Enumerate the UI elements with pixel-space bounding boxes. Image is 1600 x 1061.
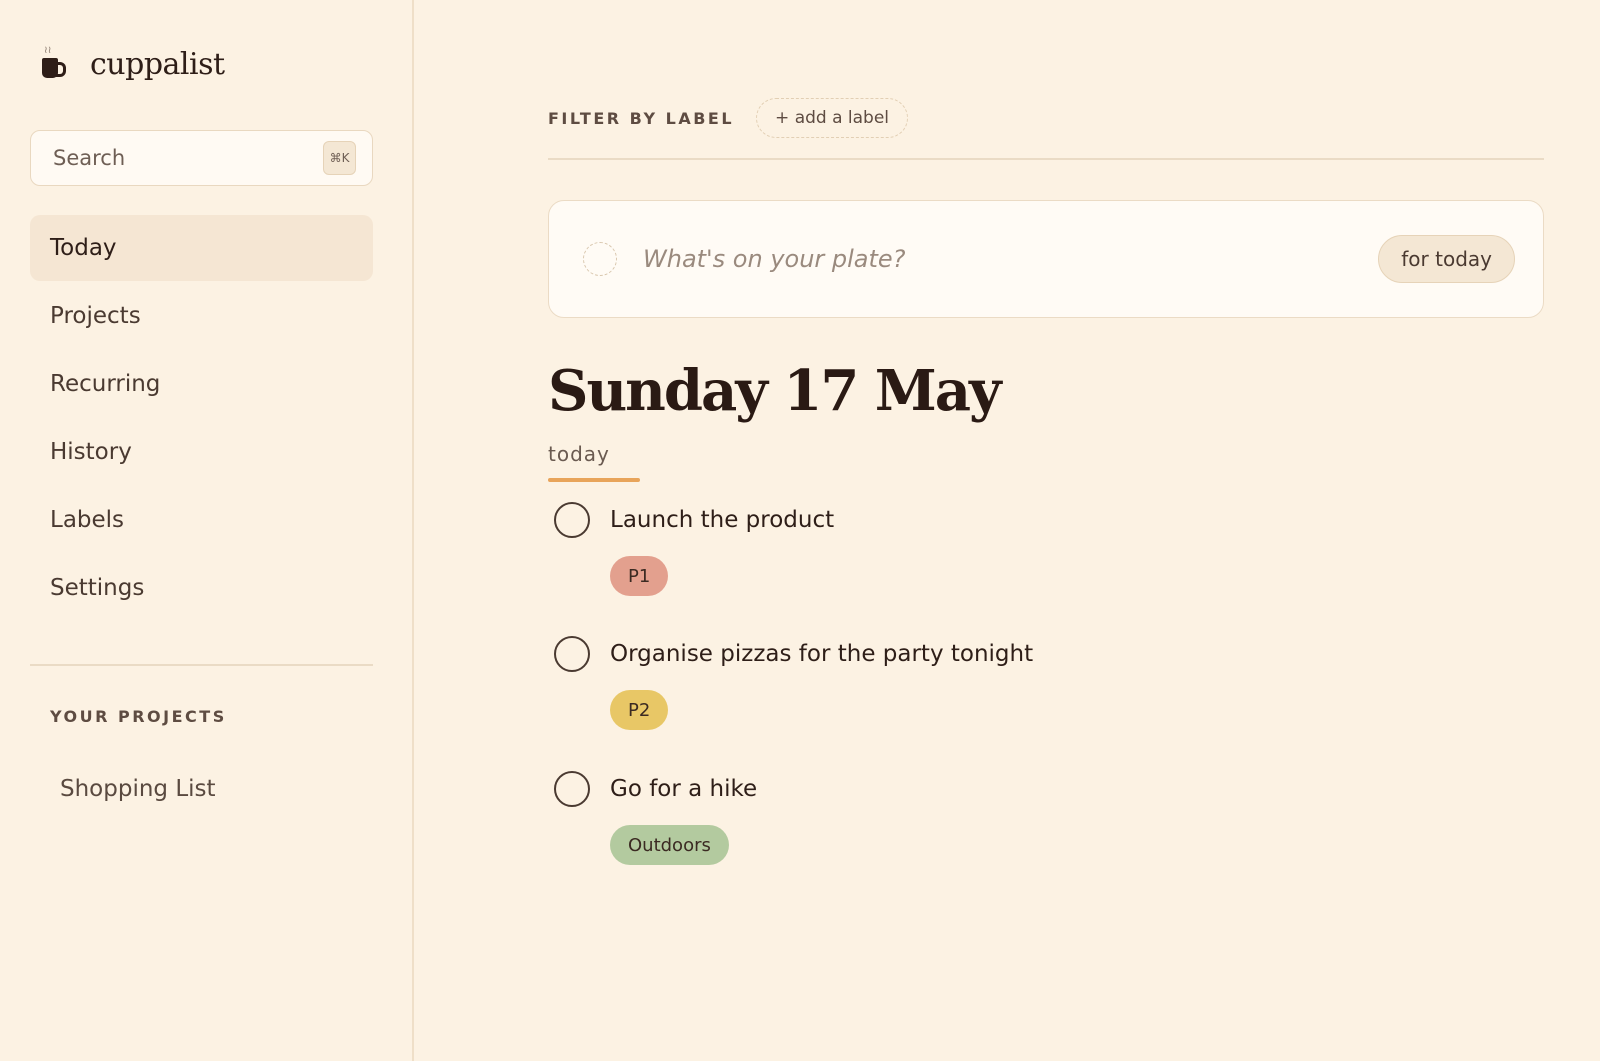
main-content: FILTER BY LABEL + add a label for today … — [548, 0, 1544, 1061]
sidebar: ≀≀ cuppalist ⌘K Today Projects Recurring… — [0, 0, 414, 1061]
app-name: cuppalist — [90, 46, 225, 82]
projects-section-title: YOUR PROJECTS — [50, 707, 227, 726]
task-checkbox[interactable] — [554, 771, 590, 807]
sidebar-item-today[interactable]: Today — [30, 215, 373, 281]
task-label-tag[interactable]: P1 — [610, 556, 669, 596]
keyboard-shortcut-badge: ⌘K — [323, 141, 356, 175]
sidebar-item-history[interactable]: History — [30, 419, 373, 485]
task-title[interactable]: Organise pizzas for the party tonight — [610, 641, 1033, 667]
search-input[interactable] — [51, 145, 323, 171]
accent-underline — [548, 478, 640, 482]
sidebar-item-label: Today — [50, 235, 117, 261]
task-item: Organise pizzas for the party tonight P2 — [554, 636, 1254, 730]
task-title[interactable]: Launch the product — [610, 507, 834, 533]
sidebar-divider — [30, 664, 373, 666]
page-title: Sunday 17 May — [548, 358, 1002, 424]
sidebar-item-label: Recurring — [50, 371, 161, 397]
sidebar-item-settings[interactable]: Settings — [30, 555, 373, 621]
task-composer: for today — [548, 200, 1544, 318]
task-checkbox[interactable] — [554, 502, 590, 538]
sidebar-item-labels[interactable]: Labels — [30, 487, 373, 553]
new-task-input[interactable] — [641, 244, 1379, 274]
sidebar-nav: Today Projects Recurring History Labels … — [30, 215, 373, 623]
page-subtitle: today — [548, 442, 610, 466]
coffee-cup-icon: ≀≀ — [38, 46, 68, 82]
project-item-shopping-list[interactable]: Shopping List — [60, 776, 216, 802]
due-date-button[interactable]: for today — [1378, 235, 1515, 283]
filter-divider — [548, 158, 1544, 160]
filter-label: FILTER BY LABEL — [548, 108, 735, 128]
label-filter: FILTER BY LABEL + add a label — [548, 98, 909, 138]
task-checkbox[interactable] — [554, 636, 590, 672]
new-task-circle-icon — [583, 242, 617, 276]
search-box[interactable]: ⌘K — [30, 130, 373, 186]
sidebar-item-label: Settings — [50, 575, 145, 601]
task-item: Go for a hike Outdoors — [554, 771, 1254, 865]
sidebar-item-label: Labels — [50, 507, 125, 533]
sidebar-item-label: Projects — [50, 303, 141, 329]
sidebar-item-recurring[interactable]: Recurring — [30, 351, 373, 417]
task-label-tag[interactable]: P2 — [610, 690, 669, 730]
task-label-tag[interactable]: Outdoors — [610, 825, 729, 865]
brand[interactable]: ≀≀ cuppalist — [38, 46, 225, 82]
sidebar-item-label: History — [50, 439, 132, 465]
add-label-button[interactable]: + add a label — [756, 98, 909, 138]
task-item: Launch the product P1 — [554, 502, 1254, 596]
task-title[interactable]: Go for a hike — [610, 776, 757, 802]
sidebar-item-projects[interactable]: Projects — [30, 283, 373, 349]
